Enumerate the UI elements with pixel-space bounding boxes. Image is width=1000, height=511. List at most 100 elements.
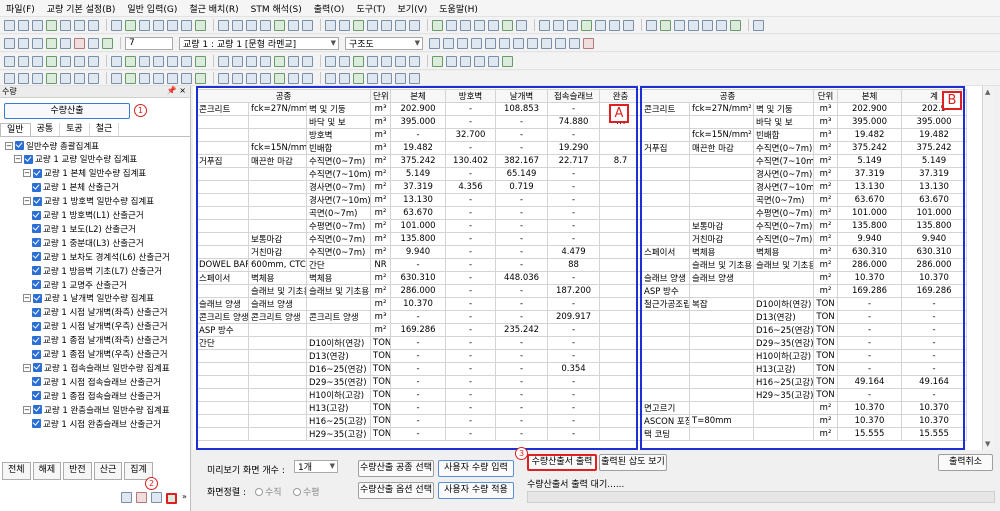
table-cell[interactable]: 방호벽: [305, 128, 372, 142]
table-cell[interactable]: [641, 336, 690, 350]
tree-checkbox[interactable]: [32, 224, 41, 234]
table-cell[interactable]: [641, 375, 690, 389]
table-cell[interactable]: 콘크리트 양생: [196, 310, 249, 324]
table-cell[interactable]: m²: [813, 271, 839, 285]
table-cell[interactable]: 보통마감: [689, 219, 754, 233]
table-cell[interactable]: 보통마감: [248, 232, 307, 246]
table-cell[interactable]: 곡면(0~7m): [752, 193, 815, 207]
table-cell[interactable]: -: [445, 427, 497, 441]
table-cell[interactable]: [689, 284, 754, 298]
table-cell[interactable]: -: [495, 206, 549, 220]
table-cell[interactable]: H16~25(고강): [305, 414, 372, 428]
file-tool-icon[interactable]: [716, 19, 727, 31]
table-cell[interactable]: -: [547, 401, 601, 415]
table-cell[interactable]: m²: [370, 271, 392, 285]
file-tool-icon[interactable]: [246, 19, 257, 31]
table-cell[interactable]: 395.000: [837, 115, 903, 129]
collapse-icon[interactable]: −: [23, 294, 31, 303]
table-cell[interactable]: -: [445, 388, 497, 402]
tree-item[interactable]: − 교량 1 완충슬래브 일반수량 집계표: [23, 404, 170, 416]
draw-tool-icon[interactable]: [125, 55, 136, 67]
table-cell[interactable]: -: [495, 427, 549, 441]
table-cell[interactable]: -: [547, 232, 601, 246]
table-cell[interactable]: H29~35(고강): [752, 388, 815, 402]
edit-tool-icon[interactable]: [339, 72, 350, 84]
table-cell[interactable]: [196, 167, 249, 181]
preview-count-select[interactable]: 1개 ▼: [294, 460, 338, 473]
file-tool-icon[interactable]: [460, 19, 471, 31]
table-cell[interactable]: -: [445, 297, 497, 311]
table-cell[interactable]: 202.900: [390, 102, 447, 116]
table-cell[interactable]: m²: [813, 141, 839, 155]
table-cell[interactable]: [248, 206, 307, 220]
table-cell[interactable]: -: [495, 219, 549, 233]
table-cell[interactable]: -: [445, 245, 497, 259]
table-cell[interactable]: -: [837, 362, 903, 376]
table-cell[interactable]: [248, 219, 307, 233]
table-cell[interactable]: 바닥 및 보: [305, 115, 372, 129]
table-cell[interactable]: [196, 427, 249, 441]
draw-tool-icon[interactable]: [4, 55, 15, 67]
table-cell[interactable]: -: [547, 323, 601, 337]
table-cell[interactable]: [641, 232, 690, 246]
draw-tool-icon[interactable]: [339, 55, 350, 67]
draw-tool-icon[interactable]: [302, 55, 313, 67]
table-cell[interactable]: [196, 128, 249, 142]
edit-tool-icon[interactable]: [274, 72, 285, 84]
table-cell[interactable]: 수평면(0~7m): [305, 219, 372, 233]
file-tool-icon[interactable]: [4, 19, 15, 31]
table-cell[interactable]: -: [445, 375, 497, 389]
table-cell[interactable]: fck=15N/mm²: [689, 128, 754, 142]
table-cell[interactable]: TON: [370, 362, 392, 376]
table-cell[interactable]: -: [547, 271, 601, 285]
table-cell[interactable]: -: [495, 245, 549, 259]
table-cell[interactable]: -: [445, 284, 497, 298]
table-cell[interactable]: [599, 219, 643, 233]
table-cell[interactable]: [752, 414, 815, 428]
table-cell[interactable]: 135.800: [390, 232, 447, 246]
table-cell[interactable]: [641, 167, 690, 181]
table-cell[interactable]: 슬래브 양생: [689, 271, 754, 285]
cascade-icon[interactable]: [555, 37, 566, 49]
table-cell[interactable]: -: [495, 310, 549, 324]
tree-checkbox[interactable]: [32, 335, 41, 345]
tree-item[interactable]: − 교량 1 방호벽 일반수량 집계표: [23, 196, 154, 207]
view-drawing-button[interactable]: 출력된 삽도 보기: [599, 454, 667, 471]
table-cell[interactable]: 4.356: [445, 180, 497, 194]
tree-item[interactable]: 교량 1 시점 접속슬래브 산출근거: [32, 376, 161, 388]
file-tool-icon[interactable]: [18, 19, 29, 31]
table-cell[interactable]: m³: [813, 115, 839, 129]
table-cell[interactable]: m²: [370, 245, 392, 259]
edit-tool-icon[interactable]: [288, 72, 299, 84]
table-cell[interactable]: [599, 375, 643, 389]
table-cell[interactable]: -: [390, 388, 447, 402]
edit-tool-icon[interactable]: [32, 72, 43, 84]
table-cell[interactable]: 101.000: [390, 219, 447, 233]
table-cell[interactable]: 13.130: [390, 193, 447, 207]
table-cell[interactable]: TON: [813, 336, 839, 350]
table-cell[interactable]: 슬래브 양생: [196, 297, 249, 311]
table-cell[interactable]: 9.940: [390, 245, 447, 259]
edit-tool-icon[interactable]: [381, 72, 392, 84]
table-cell[interactable]: 169.286: [837, 284, 903, 298]
draw-tool-icon[interactable]: [474, 55, 485, 67]
file-tool-icon[interactable]: [74, 19, 85, 31]
table-cell[interactable]: [305, 297, 372, 311]
table-cell[interactable]: [689, 193, 754, 207]
tree-checkbox[interactable]: [33, 168, 42, 178]
table-cell[interactable]: [689, 154, 754, 168]
table-cell[interactable]: [248, 336, 307, 350]
tree-checkbox[interactable]: [32, 238, 41, 248]
tree-item[interactable]: 교량 1 중분대(L3) 산출근거: [32, 237, 144, 249]
edit-tool-icon[interactable]: [353, 72, 364, 84]
table-cell[interactable]: -: [901, 388, 968, 402]
table-cell[interactable]: [248, 349, 307, 363]
tree-checkbox[interactable]: [32, 377, 41, 387]
table-cell[interactable]: 209.917: [547, 310, 601, 324]
table-cell[interactable]: -: [495, 336, 549, 350]
file-tool-icon[interactable]: [395, 19, 406, 31]
zoom-in-icon[interactable]: [457, 37, 468, 49]
table-cell[interactable]: H13(고강): [752, 362, 815, 376]
edit-tool-icon[interactable]: [60, 72, 71, 84]
table-cell[interactable]: ASP 방수: [196, 323, 249, 337]
